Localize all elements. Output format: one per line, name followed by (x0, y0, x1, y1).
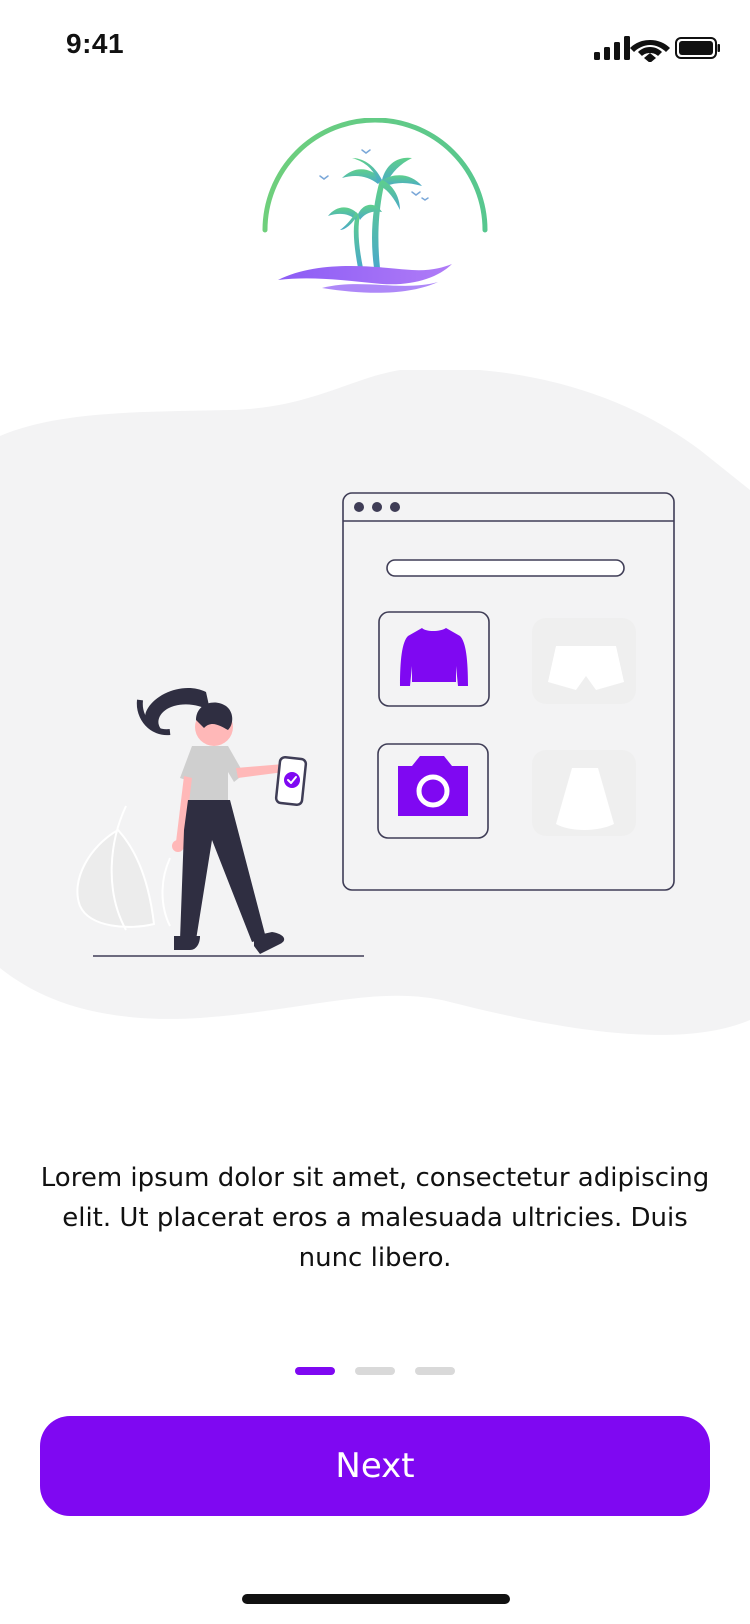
plant (76, 805, 171, 931)
skirt-icon (532, 750, 636, 836)
status-time: 9:41 (66, 28, 125, 59)
status-bar: 9:41 (0, 0, 750, 94)
palm-island-logo (262, 118, 488, 293)
shorts-icon (532, 618, 636, 704)
page-dot-2[interactable] (355, 1367, 395, 1375)
page-dot-3[interactable] (415, 1367, 455, 1375)
cellular-signal-icon (594, 36, 630, 60)
page-indicator (0, 1367, 750, 1377)
page-dot-1[interactable] (295, 1367, 335, 1375)
onboarding-illustration (76, 492, 675, 957)
check-icon (284, 772, 300, 788)
onboarding-description: Lorem ipsum dolor sit amet, consectetur … (40, 1163, 710, 1273)
battery-icon (675, 37, 720, 59)
next-button[interactable]: Next (40, 1416, 710, 1516)
wifi-icon (630, 40, 670, 62)
status-icons (594, 36, 720, 62)
home-indicator[interactable] (242, 1594, 510, 1604)
